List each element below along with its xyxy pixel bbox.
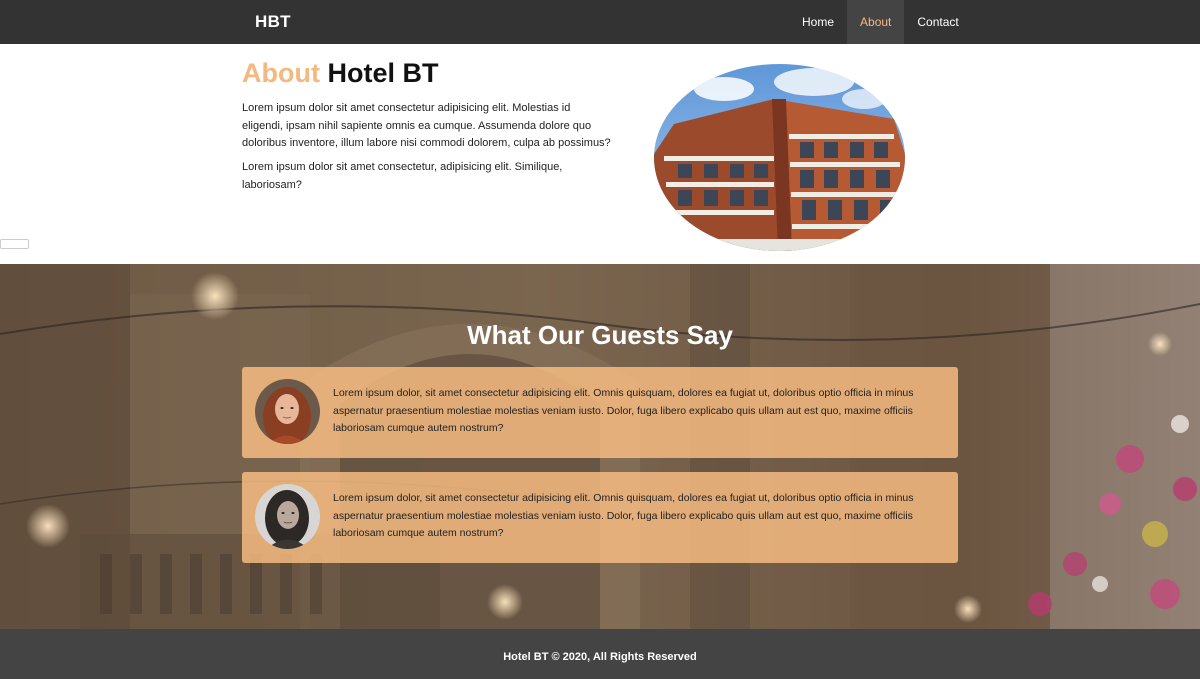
guest-avatar — [255, 379, 320, 444]
about-section: About Hotel BT Lorem ipsum dolor sit ame… — [0, 44, 1200, 264]
testimonials-section: What Our Guests Say Lorem ipsum dolor, s… — [0, 264, 1200, 629]
hotel-building-image — [654, 64, 905, 251]
about-paragraph-1: Lorem ipsum dolor sit amet consectetur a… — [242, 102, 611, 149]
about-paragraph-2: Lorem ipsum dolor sit amet consectetur, … — [242, 161, 563, 191]
about-title-accent: About — [242, 58, 320, 88]
testimonial-text: Lorem ipsum dolor, sit amet consectetur … — [333, 387, 914, 434]
small-badge — [0, 239, 29, 249]
brand-logo[interactable]: HBT — [255, 12, 291, 32]
nav-menu: Home About Contact — [789, 0, 972, 44]
testimonial-text: Lorem ipsum dolor, sit amet consectetur … — [333, 492, 914, 539]
footer-copyright: Hotel BT © 2020, All Rights Reserved — [503, 651, 697, 663]
about-title: About Hotel BT — [242, 58, 438, 89]
testimonials-title: What Our Guests Say — [467, 320, 733, 350]
testimonial-card: Lorem ipsum dolor, sit amet consectetur … — [242, 367, 958, 458]
about-title-rest: Hotel BT — [327, 58, 439, 88]
navbar: HBT Home About Contact — [0, 0, 1200, 44]
footer: Hotel BT © 2020, All Rights Reserved — [0, 629, 1200, 679]
nav-item-contact[interactable]: Contact — [904, 0, 971, 44]
nav-item-about[interactable]: About — [847, 0, 905, 44]
testimonial-card: Lorem ipsum dolor, sit amet consectetur … — [242, 472, 958, 563]
nav-item-home[interactable]: Home — [789, 0, 847, 44]
guest-avatar — [255, 484, 320, 549]
